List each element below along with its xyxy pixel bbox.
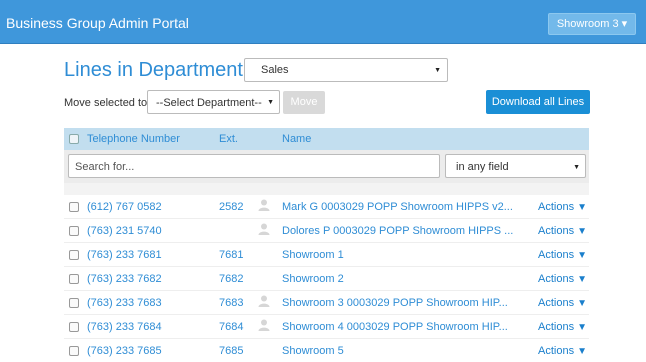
line-name-link[interactable]: Dolores P 0003029 POPP Showroom HIPPS ..… <box>282 225 513 237</box>
table-row: (763) 233 7684 7684 Showroom 4 0003029 POP… <box>64 315 589 339</box>
department-select[interactable]: Sales ▼ <box>244 58 448 82</box>
actions-label: Actions <box>538 273 575 285</box>
table-row: (763) 233 7685 7685 Showroom 5 Actions ▼ <box>64 339 589 362</box>
table-row: (763) 233 7682 7682 Showroom 2 Actions ▼ <box>64 267 589 291</box>
table-row: (612) 767 0582 2582 Mark G 0003029 POPP Sh… <box>64 195 589 219</box>
column-ext[interactable]: Ext. <box>219 133 238 145</box>
person-icon <box>258 199 270 211</box>
telephone-number-link[interactable]: (763) 233 7685 <box>87 345 162 357</box>
actions-label: Actions <box>538 225 575 237</box>
line-name-link[interactable]: Showroom 4 0003029 POPP Showroom HIP... <box>282 321 508 333</box>
caret-down-icon: ▼ <box>577 346 588 357</box>
caret-down-icon: ▼ <box>577 274 588 285</box>
caret-down-icon: ▼ <box>577 250 588 261</box>
main-content: Lines in Department: Sales ▼ Move select… <box>0 45 646 362</box>
row-checkbox[interactable] <box>69 202 79 212</box>
extension-link[interactable]: 7683 <box>219 297 243 309</box>
person-icon <box>258 319 270 331</box>
telephone-number-link[interactable]: (612) 767 0582 <box>87 201 162 213</box>
column-telephone-number[interactable]: Telephone Number <box>87 133 180 145</box>
page-title: Lines in Department: <box>64 59 249 81</box>
lines-table-body: (612) 767 0582 2582 Mark G 0003029 POPP Sh… <box>64 195 589 362</box>
telephone-number-link[interactable]: (763) 233 7683 <box>87 297 162 309</box>
actions-menu[interactable]: Actions ▼ <box>538 345 587 357</box>
table-header: Telephone Number Ext. Name <box>64 128 589 150</box>
table-row: (763) 233 7681 7681 Showroom 1 Actions ▼ <box>64 243 589 267</box>
search-field-select[interactable]: in any field ▼ <box>445 154 586 178</box>
extension-link[interactable]: 7685 <box>219 345 243 357</box>
actions-label: Actions <box>538 201 575 213</box>
row-checkbox[interactable] <box>69 346 79 356</box>
extension-link[interactable]: 2582 <box>219 201 243 213</box>
row-checkbox[interactable] <box>69 274 79 284</box>
telephone-number-link[interactable]: (763) 233 7681 <box>87 249 162 261</box>
person-icon <box>258 295 270 307</box>
app-title: Business Group Admin Portal <box>6 15 189 31</box>
table-row: (763) 231 5740 Dolores P 0003029 POPP Sho… <box>64 219 589 243</box>
table-row: (763) 233 7683 7683 Showroom 3 0003029 POP… <box>64 291 589 315</box>
showroom-label: Showroom 3 <box>556 18 619 30</box>
move-department-select[interactable]: --Select Department-- ▼ <box>147 90 280 114</box>
select-all-checkbox[interactable] <box>69 134 79 144</box>
caret-down-icon: ▼ <box>434 67 441 74</box>
download-all-lines-button[interactable]: Download all Lines <box>486 90 590 114</box>
actions-label: Actions <box>538 297 575 309</box>
column-name[interactable]: Name <box>282 133 311 145</box>
row-checkbox[interactable] <box>69 322 79 332</box>
row-checkbox[interactable] <box>69 226 79 236</box>
actions-menu[interactable]: Actions ▼ <box>538 249 587 261</box>
line-name-link[interactable]: Showroom 2 <box>282 273 344 285</box>
actions-label: Actions <box>538 345 575 357</box>
move-button[interactable]: Move <box>283 91 325 114</box>
extension-link[interactable]: 7682 <box>219 273 243 285</box>
caret-down-icon: ▼ <box>577 322 588 333</box>
line-name-link[interactable]: Mark G 0003029 POPP Showroom HIPPS v2... <box>282 201 513 213</box>
caret-down-icon: ▼ <box>577 202 588 213</box>
line-name-link[interactable]: Showroom 1 <box>282 249 344 261</box>
extension-link[interactable]: 7681 <box>219 249 243 261</box>
move-label: Move selected to: <box>64 97 151 109</box>
actions-label: Actions <box>538 321 575 333</box>
extension-link[interactable]: 7684 <box>219 321 243 333</box>
actions-menu[interactable]: Actions ▼ <box>538 225 587 237</box>
move-select-value: --Select Department-- <box>156 97 262 109</box>
person-icon <box>258 223 270 235</box>
actions-menu[interactable]: Actions ▼ <box>538 273 587 285</box>
caret-down-icon: ▼ <box>267 99 274 106</box>
showroom-dropdown-button[interactable]: Showroom 3 ▾ <box>548 13 636 35</box>
telephone-number-link[interactable]: (763) 233 7684 <box>87 321 162 333</box>
caret-down-icon: ▼ <box>573 164 580 171</box>
actions-menu[interactable]: Actions ▼ <box>538 321 587 333</box>
top-bar: Business Group Admin Portal Showroom 3 ▾ <box>0 0 646 44</box>
line-name-link[interactable]: Showroom 3 0003029 POPP Showroom HIP... <box>282 297 508 309</box>
row-checkbox[interactable] <box>69 298 79 308</box>
search-input[interactable]: Search for... <box>68 154 440 178</box>
telephone-number-link[interactable]: (763) 231 5740 <box>87 225 162 237</box>
caret-down-icon: ▼ <box>577 226 588 237</box>
department-select-value: Sales <box>261 64 289 76</box>
search-field-value: in any field <box>456 161 509 173</box>
caret-down-icon: ▼ <box>577 298 588 309</box>
telephone-number-link[interactable]: (763) 233 7682 <box>87 273 162 285</box>
actions-label: Actions <box>538 249 575 261</box>
row-checkbox[interactable] <box>69 250 79 260</box>
line-name-link[interactable]: Showroom 5 <box>282 345 344 357</box>
actions-menu[interactable]: Actions ▼ <box>538 297 587 309</box>
actions-menu[interactable]: Actions ▼ <box>538 201 587 213</box>
chevron-down-icon: ▾ <box>621 18 628 30</box>
filter-spacer <box>64 183 589 195</box>
filter-row: Search for... in any field ▼ <box>64 150 589 183</box>
